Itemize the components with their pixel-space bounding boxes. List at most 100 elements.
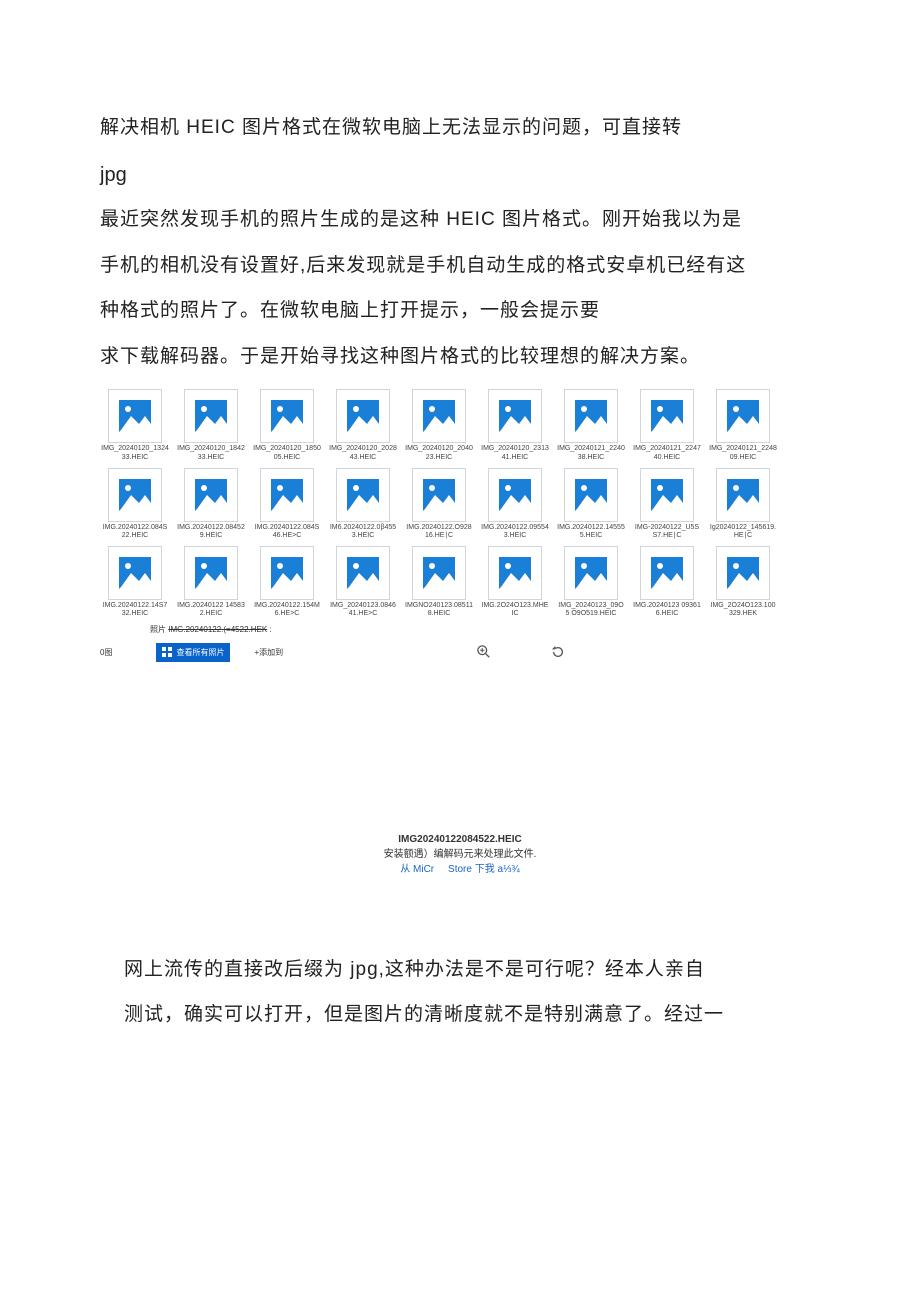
image-placeholder-icon bbox=[716, 468, 770, 522]
grid-icon bbox=[162, 647, 172, 657]
file-item[interactable]: IMG_20240121_224740.HEIC bbox=[632, 389, 702, 461]
file-name: IMG_20240120_184233.HEIC bbox=[176, 445, 246, 461]
codec-filename: IMG20240122084522.HEIC bbox=[330, 832, 590, 847]
file-item[interactable]: IMG_20240121_224038.HEIC bbox=[556, 389, 626, 461]
file-name: IMG_2O24O123.100329.HEK bbox=[708, 602, 778, 618]
file-item[interactable]: IMG_20240123_09O5 O9O519.HEIC bbox=[556, 546, 626, 618]
file-name: IMG.20240122.084529.HEIC bbox=[176, 524, 246, 540]
text: 测试，确实可以打开，但是图片的清晰度就不是特别满意了。经过一 bbox=[124, 1004, 724, 1025]
file-name: IMGNO240123.085118.HEIC bbox=[404, 602, 474, 618]
store-link-1[interactable]: 从 MiCr bbox=[400, 864, 434, 875]
image-placeholder-icon bbox=[716, 389, 770, 443]
file-name: IMG.20240123 093616.HEIC bbox=[632, 602, 702, 618]
image-placeholder-icon bbox=[716, 546, 770, 600]
image-placeholder-icon bbox=[564, 546, 618, 600]
file-name: IMG_20240121_224809.HEIC bbox=[708, 445, 778, 461]
text: 网上流传的直接改后缀为 jpg,这种办法是不是可行呢？经本人亲自 bbox=[124, 959, 705, 980]
image-placeholder-icon bbox=[640, 546, 694, 600]
text: 最近突然发现手机的照片生成的是这种 HEIC 图片格式。刚开始我以为是 bbox=[100, 209, 742, 230]
file-item[interactable]: IM6.20240122.0β4553.HEIC bbox=[328, 468, 398, 540]
file-name: IM6.20240122.0β4553.HEIC bbox=[328, 524, 398, 540]
title-line-1: 解决相机 HEIC 图片格式在微软电脑上无法显示的问题，可直接转 bbox=[100, 110, 820, 146]
file-name: IMG_20240120_185005.HEIC bbox=[252, 445, 322, 461]
file-item[interactable]: IMG.20240122.084529.HEIC bbox=[176, 468, 246, 540]
file-item[interactable]: IMG_20240120_204023.HEIC bbox=[404, 389, 474, 461]
button-label: 查看所有照片 bbox=[176, 647, 224, 658]
image-placeholder-icon bbox=[488, 468, 542, 522]
file-item[interactable]: IMG_20240123.084641.HE>C bbox=[328, 546, 398, 618]
view-all-photos-button[interactable]: 查看所有照片 bbox=[156, 643, 230, 662]
image-placeholder-icon bbox=[260, 389, 314, 443]
text: 手机的相机没有设置好,后来发现就是手机自动生成的格式安卓机已经有这 bbox=[100, 255, 746, 276]
image-placeholder-icon bbox=[336, 468, 390, 522]
file-name: IMG_20240120_202843.HEIC bbox=[328, 445, 398, 461]
image-placeholder-icon bbox=[336, 389, 390, 443]
file-name: IMG.20240122.154M6.HE>C bbox=[252, 602, 322, 618]
file-item[interactable]: IMG_20240120_132433.HEIC bbox=[100, 389, 170, 461]
document-page: 解决相机 HEIC 图片格式在微软电脑上无法显示的问题，可直接转 jpg 最近突… bbox=[0, 0, 920, 1098]
image-placeholder-icon bbox=[260, 546, 314, 600]
file-item[interactable]: IMG_20240121_224809.HEIC bbox=[708, 389, 778, 461]
file-name: Ig20240122_145619.HE∣C bbox=[708, 524, 778, 540]
image-placeholder-icon bbox=[488, 546, 542, 600]
image-placeholder-icon bbox=[564, 468, 618, 522]
file-item[interactable]: IMG.20240122.084S46.HE>C bbox=[252, 468, 322, 540]
image-placeholder-icon bbox=[108, 468, 162, 522]
image-placeholder-icon bbox=[108, 389, 162, 443]
file-name: IMG.20240122 145832.HEIC bbox=[176, 602, 246, 618]
text: 求下载解码器。于是开始寻找这种图片格式的比较理想的解决方案。 bbox=[100, 346, 700, 367]
file-item[interactable]: IMG.2O24O123.MHEIC bbox=[480, 546, 550, 618]
file-item[interactable]: IMG.20240122.14S732.HEIC bbox=[100, 546, 170, 618]
image-placeholder-icon bbox=[412, 389, 466, 443]
file-name: IMG_20240123.084641.HE>C bbox=[328, 602, 398, 618]
zoom-in-icon[interactable] bbox=[477, 645, 491, 659]
file-name: IMG.20240122.095543.HEIC bbox=[480, 524, 550, 540]
photos-app-title: 照片 IMG.20240122.(=4522.HEK : bbox=[150, 624, 820, 635]
file-name: IMG_20240120_132433.HEIC bbox=[100, 445, 170, 461]
file-item[interactable]: IMGNO240123.085118.HEIC bbox=[404, 546, 474, 618]
file-name: IMG.20240122.145555.HEIC bbox=[556, 524, 626, 540]
image-placeholder-icon bbox=[184, 468, 238, 522]
file-item[interactable]: IMG.20240122.145555.HEIC bbox=[556, 468, 626, 540]
store-link-2[interactable]: Store 下我 a⅓¾ bbox=[448, 864, 520, 875]
image-placeholder-icon bbox=[412, 546, 466, 600]
image-placeholder-icon bbox=[108, 546, 162, 600]
file-name: IMG_20240123_09O5 O9O519.HEIC bbox=[556, 602, 626, 618]
file-item[interactable]: IMG.20240123 093616.HEIC bbox=[632, 546, 702, 618]
text: 种格式的照片了。在微软电脑上打开提示，一般会提示要 bbox=[100, 300, 600, 321]
file-item[interactable]: IMG_20240120_202843.HEIC bbox=[328, 389, 398, 461]
file-name: IMG.2O24O123.MHEIC bbox=[480, 602, 550, 618]
rotate-icon[interactable] bbox=[551, 645, 565, 659]
image-placeholder-icon bbox=[184, 389, 238, 443]
text: : bbox=[267, 625, 271, 634]
file-item[interactable]: IMG.20240122 145832.HEIC bbox=[176, 546, 246, 618]
screenshot-file-explorer: IMG_20240120_132433.HEIC IMG_20240120_184… bbox=[100, 389, 820, 661]
file-item[interactable]: Ig20240122_145619.HE∣C bbox=[708, 468, 778, 540]
file-item[interactable]: IMG_2O24O123.100329.HEK bbox=[708, 546, 778, 618]
text: 照片 bbox=[150, 625, 168, 634]
paragraph-1: 最近突然发现手机的照片生成的是这种 HEIC 图片格式。刚开始我以为是 手机的相… bbox=[100, 197, 820, 379]
codec-message: 安装额遇）编解码元来处理此文件. bbox=[330, 847, 590, 862]
photos-app-bar: 照片 IMG.20240122.(=4522.HEK : 0图 查看所有照片 +… bbox=[100, 624, 820, 662]
file-item[interactable]: IMG.20240122.O92816.HE∣C bbox=[404, 468, 474, 540]
left-label: 0图 bbox=[100, 647, 112, 658]
image-placeholder-icon bbox=[488, 389, 542, 443]
title-line-2: jpg bbox=[100, 164, 820, 187]
image-placeholder-icon bbox=[412, 468, 466, 522]
file-name: IMG.20240122.084S46.HE>C bbox=[252, 524, 322, 540]
file-item[interactable]: IMG.20240122.154M6.HE>C bbox=[252, 546, 322, 618]
add-to-button[interactable]: +添加到 bbox=[254, 647, 283, 658]
image-placeholder-icon bbox=[184, 546, 238, 600]
file-name: IMG.20240122.084S22.HEIC bbox=[100, 524, 170, 540]
codec-prompt: IMG20240122084522.HEIC 安装额遇）编解码元来处理此文件. … bbox=[330, 832, 590, 877]
file-item[interactable]: IMG.20240122.084S22.HEIC bbox=[100, 468, 170, 540]
paragraph-2: 网上流传的直接改后缀为 jpg,这种办法是不是可行呢？经本人亲自 测试，确实可以… bbox=[100, 947, 820, 1038]
image-placeholder-icon bbox=[336, 546, 390, 600]
file-name: IMG_20240121_224740.HEIC bbox=[632, 445, 702, 461]
file-item[interactable]: IMG-20240122_U5SS7.HE∣C bbox=[632, 468, 702, 540]
file-item[interactable]: IMG_20240120_231341.HEIC bbox=[480, 389, 550, 461]
file-item[interactable]: IMG_20240120_184233.HEIC bbox=[176, 389, 246, 461]
file-item[interactable]: IMG_20240120_185005.HEIC bbox=[252, 389, 322, 461]
file-item[interactable]: IMG.20240122.095543.HEIC bbox=[480, 468, 550, 540]
file-name: IMG.20240122.O92816.HE∣C bbox=[404, 524, 474, 540]
